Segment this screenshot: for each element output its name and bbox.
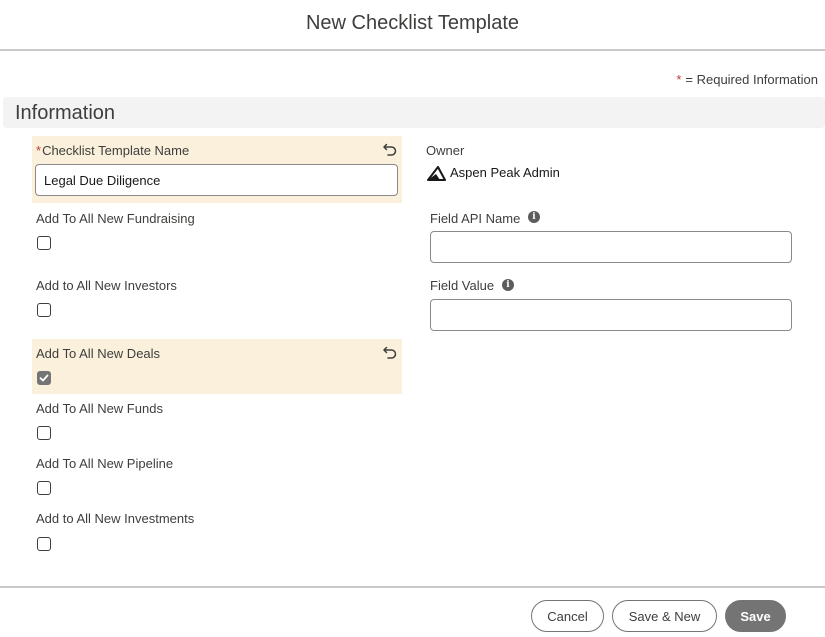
required-info-legend: * = Required Information	[676, 72, 818, 87]
required-star: *	[676, 72, 682, 87]
add-deals-field: Add To All New Deals	[32, 339, 402, 394]
required-mark: *	[36, 143, 42, 158]
template-name-label: *Checklist Template Name	[36, 143, 190, 158]
add-investors-label: Add to All New Investors	[36, 278, 177, 293]
save-and-new-button[interactable]: Save & New	[612, 600, 717, 632]
add-funds-checkbox[interactable]	[37, 426, 51, 440]
footer-divider	[0, 586, 825, 588]
owner-label: Owner	[426, 143, 465, 158]
undo-icon[interactable]	[382, 141, 398, 157]
required-info-text: = Required Information	[685, 72, 818, 87]
add-fundraising-checkbox[interactable]	[37, 236, 51, 250]
add-investments-label: Add to All New Investments	[36, 511, 195, 526]
cancel-button[interactable]: Cancel	[531, 600, 604, 632]
checkmark-icon	[39, 374, 49, 382]
modal-header: New Checklist Template	[0, 0, 825, 51]
save-button[interactable]: Save	[725, 600, 786, 632]
section-header-information[interactable]: Information	[3, 97, 825, 128]
field-value-label: Field Value	[430, 278, 495, 293]
add-investors-checkbox[interactable]	[37, 303, 51, 317]
info-icon[interactable]: i	[528, 211, 540, 223]
owner-value[interactable]: Aspen Peak Admin	[450, 165, 560, 180]
add-pipeline-label: Add To All New Pipeline	[36, 456, 174, 471]
add-deals-checkbox[interactable]	[37, 371, 51, 385]
field-api-name-label: Field API Name	[430, 211, 521, 226]
field-value-input[interactable]	[430, 299, 792, 331]
add-investments-checkbox[interactable]	[37, 537, 51, 551]
add-funds-label: Add To All New Funds	[36, 401, 163, 416]
add-fundraising-label: Add To All New Fundraising	[36, 211, 195, 226]
section-title: Information	[15, 102, 116, 124]
field-api-name-input[interactable]	[430, 231, 792, 263]
add-pipeline-checkbox[interactable]	[37, 481, 51, 495]
template-name-field: *Checklist Template Name	[32, 136, 402, 203]
template-name-input[interactable]	[35, 164, 398, 196]
modal-title: New Checklist Template	[305, 12, 520, 34]
add-deals-label: Add To All New Deals	[36, 346, 161, 361]
mountain-logo-icon	[427, 166, 446, 181]
undo-icon[interactable]	[382, 344, 398, 360]
info-icon[interactable]: i	[502, 279, 514, 291]
